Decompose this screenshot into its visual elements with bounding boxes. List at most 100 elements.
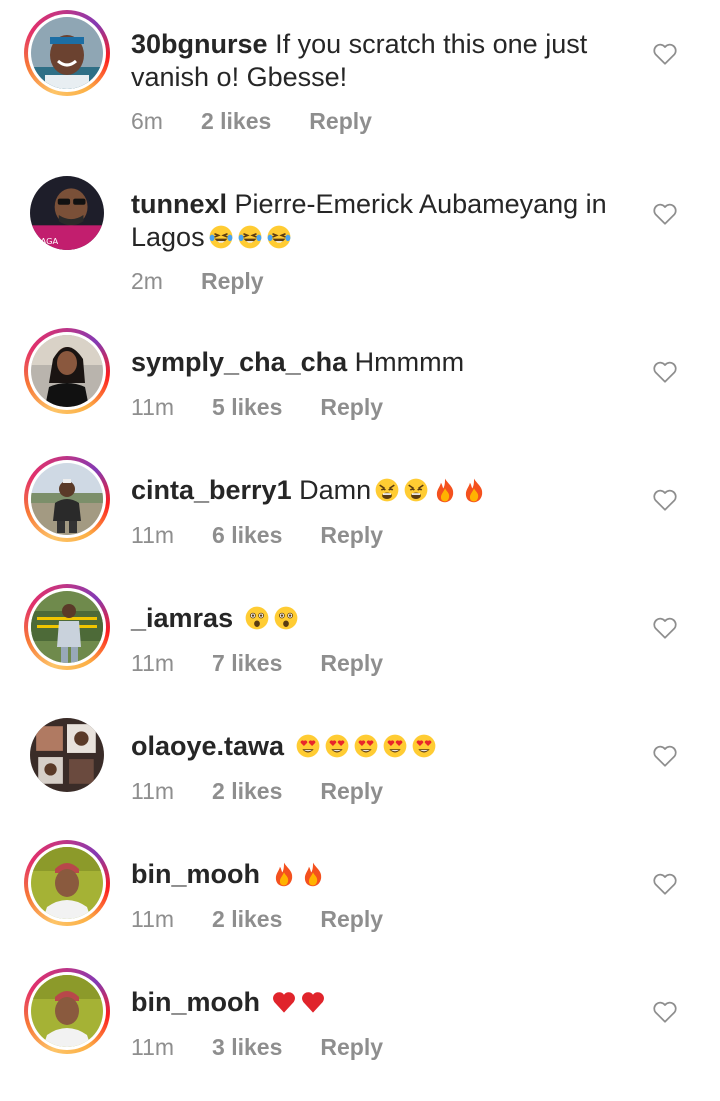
avatar[interactable] xyxy=(24,584,110,670)
likes-count-button[interactable]: 7 likes xyxy=(212,650,282,677)
comment-timestamp: 11m xyxy=(131,394,175,420)
avatar-inner: IAGA xyxy=(30,176,104,250)
avatar-man-cap-icon xyxy=(31,975,103,1047)
username-link[interactable]: symply_cha_cha xyxy=(131,347,347,377)
avatar-man-sunglasses-icon: IAGA xyxy=(30,176,104,250)
avatar-inner xyxy=(28,588,106,666)
comment-text: symply_cha_cha Hmmmm xyxy=(131,346,631,379)
weary-face-emoji xyxy=(403,477,429,503)
avatar-collage-icon xyxy=(30,718,104,792)
avatar-inner xyxy=(28,14,106,92)
comment-body: bin_mooh xyxy=(131,858,631,891)
story-ring xyxy=(24,584,110,670)
avatar-man-headband-icon xyxy=(31,17,103,89)
like-heart-icon[interactable] xyxy=(652,872,678,896)
reply-button[interactable]: Reply xyxy=(201,268,264,295)
comment-timestamp: 11m xyxy=(131,522,175,548)
comment-text: tunnexl Pierre-Emerick Aubameyang in Lag… xyxy=(131,188,631,254)
reply-button[interactable]: Reply xyxy=(320,522,383,549)
avatar[interactable] xyxy=(24,10,110,96)
avatar-frame xyxy=(24,712,110,798)
avatar[interactable] xyxy=(24,968,110,1054)
heart-eyes-emoji xyxy=(411,733,437,759)
avatar-woman-icon xyxy=(31,335,103,407)
comment-body: olaoye.tawa xyxy=(131,730,631,763)
comment-text: bin_mooh xyxy=(131,986,631,1019)
comment-meta: 11m 6 likes Reply xyxy=(131,522,383,549)
likes-count-button[interactable]: 5 likes xyxy=(212,394,282,421)
like-heart-icon[interactable] xyxy=(652,1000,678,1024)
laughing-tears-emoji xyxy=(237,224,263,250)
comment-meta: 6m 2 likes Reply xyxy=(131,108,372,135)
likes-count-button[interactable]: 2 likes xyxy=(212,778,282,805)
fire-emoji xyxy=(300,861,326,887)
avatar[interactable]: IAGA xyxy=(24,170,110,256)
comment-body: symply_cha_cha Hmmmm xyxy=(131,346,631,379)
like-heart-icon[interactable] xyxy=(652,616,678,640)
comment-timestamp: 2m xyxy=(131,268,163,294)
username-link[interactable]: 30bgnurse xyxy=(131,29,268,59)
reply-button[interactable]: Reply xyxy=(320,778,383,805)
username-link[interactable]: bin_mooh xyxy=(131,987,260,1017)
likes-count-button[interactable]: 6 likes xyxy=(212,522,282,549)
comment-meta: 11m 2 likes Reply xyxy=(131,778,383,805)
username-link[interactable]: cinta_berry1 xyxy=(131,475,292,505)
heart-eyes-emoji xyxy=(382,733,408,759)
comment-body: tunnexl Pierre-Emerick Aubameyang in Lag… xyxy=(131,188,631,254)
astonished-face-emoji xyxy=(273,605,299,631)
avatar-inner xyxy=(28,972,106,1050)
avatar-frame: IAGA xyxy=(24,170,110,256)
reply-button[interactable]: Reply xyxy=(309,108,372,135)
story-ring xyxy=(24,328,110,414)
avatar[interactable] xyxy=(24,328,110,414)
avatar[interactable] xyxy=(24,456,110,542)
avatar-man-cap-icon xyxy=(31,847,103,919)
username-link[interactable]: tunnexl xyxy=(131,189,227,219)
comment-body: cinta_berry1 Damn xyxy=(131,474,631,507)
comment-meta: 2m Reply xyxy=(131,268,264,295)
weary-face-emoji xyxy=(374,477,400,503)
comment-timestamp: 6m xyxy=(131,108,163,134)
avatar[interactable] xyxy=(24,840,110,926)
story-ring xyxy=(24,456,110,542)
reply-button[interactable]: Reply xyxy=(320,906,383,933)
comment-text: _iamras xyxy=(131,602,631,635)
avatar-person-outdoor-icon xyxy=(31,463,103,535)
username-link[interactable]: olaoye.tawa xyxy=(131,731,284,761)
avatar[interactable] xyxy=(24,712,110,798)
comment-meta: 11m 5 likes Reply xyxy=(131,394,383,421)
heart-eyes-emoji xyxy=(295,733,321,759)
like-heart-icon[interactable] xyxy=(652,744,678,768)
comment-timestamp: 11m xyxy=(131,778,175,804)
laughing-tears-emoji xyxy=(266,224,292,250)
like-heart-icon[interactable] xyxy=(652,360,678,384)
reply-button[interactable]: Reply xyxy=(320,650,383,677)
likes-count-button[interactable]: 3 likes xyxy=(212,1034,282,1061)
heart-eyes-emoji xyxy=(353,733,379,759)
comment-timestamp: 11m xyxy=(131,906,175,932)
likes-count-button[interactable]: 2 likes xyxy=(212,906,282,933)
reply-button[interactable]: Reply xyxy=(320,394,383,421)
story-ring xyxy=(24,968,110,1054)
comment-timestamp: 11m xyxy=(131,650,175,676)
story-ring xyxy=(24,10,110,96)
avatar-inner xyxy=(30,718,104,792)
heart-eyes-emoji xyxy=(324,733,350,759)
comment-text: 30bgnurse If you scratch this one just v… xyxy=(131,28,631,94)
comment-text: cinta_berry1 Damn xyxy=(131,474,631,507)
comment-body: _iamras xyxy=(131,602,631,635)
reply-button[interactable]: Reply xyxy=(320,1034,383,1061)
like-heart-icon[interactable] xyxy=(652,202,678,226)
comment-text: olaoye.tawa xyxy=(131,730,631,763)
likes-count-button[interactable]: 2 likes xyxy=(201,108,271,135)
fire-emoji xyxy=(271,861,297,887)
like-heart-icon[interactable] xyxy=(652,488,678,512)
comment-body: 30bgnurse If you scratch this one just v… xyxy=(131,28,631,94)
comment-message: Hmmmm xyxy=(354,347,465,377)
username-link[interactable]: bin_mooh xyxy=(131,859,260,889)
red-heart-emoji xyxy=(300,989,326,1015)
comment-timestamp: 11m xyxy=(131,1034,175,1060)
story-ring xyxy=(24,840,110,926)
username-link[interactable]: _iamras xyxy=(131,603,233,633)
like-heart-icon[interactable] xyxy=(652,42,678,66)
